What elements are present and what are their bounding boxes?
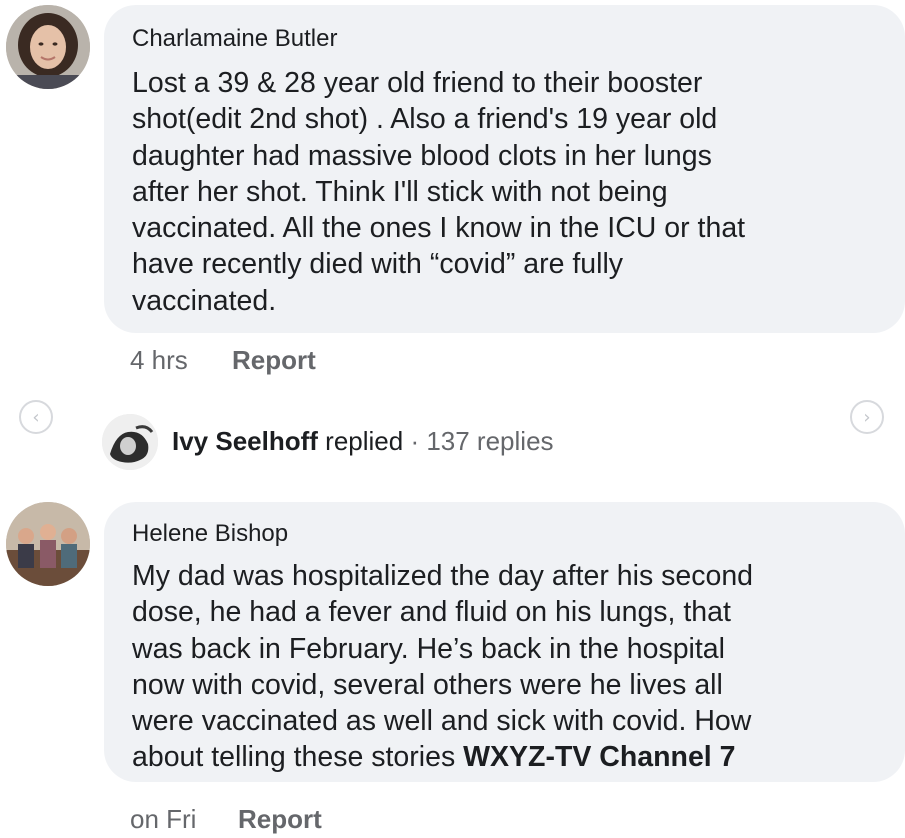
- report-button[interactable]: Report: [238, 804, 322, 835]
- comment-author[interactable]: Helene Bishop: [132, 520, 288, 548]
- reply-avatar: [102, 414, 158, 470]
- next-button[interactable]: ›: [850, 400, 884, 434]
- comment-text: Lost a 39 & 28 year old friend to their …: [132, 67, 746, 317]
- report-label: Report: [232, 345, 316, 375]
- chevron-left-icon: ‹: [32, 406, 40, 428]
- report-button[interactable]: Report: [232, 345, 316, 376]
- profile-photo-icon: [6, 502, 90, 586]
- profile-photo-icon: [6, 5, 90, 89]
- report-label: Report: [238, 804, 322, 834]
- comment-time[interactable]: 4 hrs: [130, 345, 188, 376]
- reply-action: replied: [317, 426, 404, 456]
- reply-separator: ·: [403, 426, 427, 456]
- avatar[interactable]: [6, 5, 90, 89]
- reply-author[interactable]: Ivy Seelhoff: [172, 426, 318, 456]
- previous-button[interactable]: ‹: [19, 400, 53, 434]
- comment-text: My dad was hospitalized the day after hi…: [132, 558, 753, 776]
- page-tag-link[interactable]: WXYZ-TV Channel 7: [463, 741, 735, 773]
- comment-author[interactable]: Charlamaine Butler: [132, 25, 337, 53]
- reply-summary[interactable]: Ivy Seelhoff replied · 137 replies: [102, 414, 702, 470]
- comment-1: Charlamaine Butler Lost a 39 & 28 year o…: [0, 0, 905, 400]
- reply-count[interactable]: 137 replies: [426, 426, 553, 456]
- profile-photo-icon: [102, 414, 158, 470]
- avatar[interactable]: [6, 502, 90, 586]
- reply-summary-text[interactable]: Ivy Seelhoff replied · 137 replies: [172, 426, 554, 457]
- chevron-right-icon: ›: [863, 406, 871, 428]
- comment-time[interactable]: on Fri: [130, 804, 196, 835]
- comment-bubble: Helene Bishop My dad was hospitalized th…: [104, 502, 905, 782]
- comment-bubble: Charlamaine Butler Lost a 39 & 28 year o…: [104, 5, 905, 333]
